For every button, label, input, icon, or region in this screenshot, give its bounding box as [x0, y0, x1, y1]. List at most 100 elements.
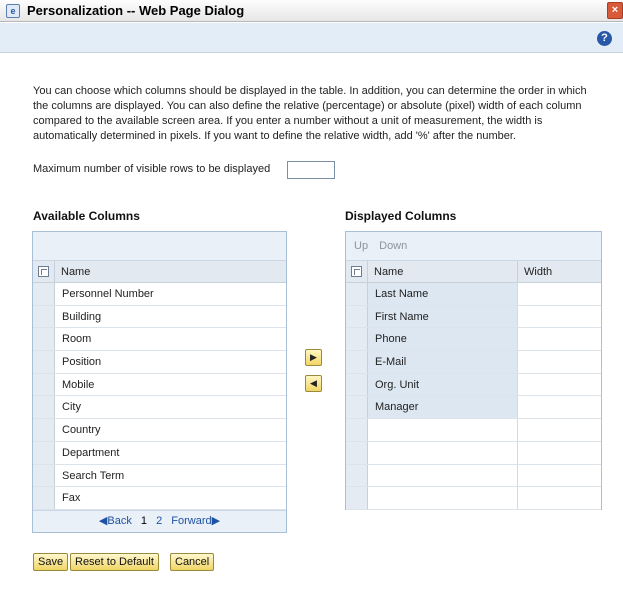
- select-all-cell[interactable]: [346, 261, 368, 282]
- displayed-row-name: Last Name: [368, 283, 518, 305]
- available-row[interactable]: Department: [33, 441, 286, 465]
- row-selector[interactable]: [346, 419, 368, 441]
- row-selector[interactable]: [33, 441, 55, 464]
- pager-page-2[interactable]: 2: [156, 515, 162, 527]
- available-row[interactable]: Personnel Number: [33, 283, 286, 306]
- select-all-cell[interactable]: [33, 261, 55, 282]
- pager-back[interactable]: ◀Back: [99, 515, 132, 527]
- help-bar: ?: [0, 23, 623, 53]
- available-row[interactable]: Search Term: [33, 464, 286, 488]
- row-selector[interactable]: [33, 464, 55, 487]
- available-row-name: Fax: [62, 492, 81, 505]
- available-row-name: Mobile: [62, 378, 95, 391]
- displayed-row[interactable]: [346, 419, 601, 442]
- cancel-button[interactable]: Cancel: [170, 553, 215, 571]
- pager-page-1[interactable]: 1: [141, 515, 147, 527]
- reset-to-default-button[interactable]: Reset to Default: [70, 553, 159, 571]
- row-selector[interactable]: [346, 305, 368, 328]
- pager: ◀Back 1 2 Forward▶: [33, 510, 286, 532]
- displayed-header-row: Name Width: [346, 261, 601, 283]
- displayed-row-name: Manager: [368, 396, 518, 419]
- available-row-name: Position: [62, 356, 102, 369]
- title-bar: e Personalization -- Web Page Dialog ×: [0, 0, 623, 22]
- save-button[interactable]: Save: [33, 553, 69, 571]
- available-row-name: Building: [62, 310, 102, 323]
- close-button[interactable]: ×: [607, 2, 623, 19]
- row-selector[interactable]: [346, 487, 368, 509]
- up-button[interactable]: Up: [354, 240, 368, 252]
- available-columns-table: Name Personnel Number Building Room Positio…: [32, 231, 287, 533]
- row-selector[interactable]: [346, 283, 368, 305]
- displayed-toolbar: Up Down: [346, 232, 601, 261]
- displayed-row-name: First Name: [368, 305, 518, 328]
- max-rows-input[interactable]: [287, 161, 335, 179]
- displayed-row-width[interactable]: [518, 442, 601, 464]
- row-selector[interactable]: [33, 396, 55, 419]
- available-row-name: Personnel Number: [62, 288, 154, 300]
- window-title: Personalization -- Web Page Dialog: [27, 3, 245, 18]
- displayed-row[interactable]: [346, 441, 601, 465]
- displayed-row-name: [368, 487, 518, 509]
- displayed-row-width[interactable]: [518, 487, 601, 509]
- displayed-row-width[interactable]: [518, 396, 601, 418]
- row-selector[interactable]: [33, 328, 55, 351]
- available-toolbar: [33, 232, 286, 261]
- available-columns-title: Available Columns: [33, 209, 140, 223]
- row-selector[interactable]: [346, 441, 368, 464]
- row-selector[interactable]: [33, 419, 55, 441]
- displayed-row-name: [368, 441, 518, 464]
- displayed-columns-table: Up Down Name Width Last Name First Name Ph…: [345, 231, 602, 510]
- displayed-row-width[interactable]: [518, 328, 601, 350]
- row-selector[interactable]: [33, 305, 55, 328]
- available-row[interactable]: Fax: [33, 487, 286, 510]
- displayed-row-width[interactable]: [518, 306, 601, 328]
- displayed-row[interactable]: Last Name: [346, 283, 601, 306]
- available-row-name: Country: [62, 424, 101, 437]
- help-icon[interactable]: ?: [597, 31, 612, 46]
- available-row[interactable]: Building: [33, 305, 286, 329]
- available-row[interactable]: City: [33, 396, 286, 420]
- move-left-button[interactable]: ◀: [305, 375, 322, 392]
- available-row[interactable]: Mobile: [33, 373, 286, 397]
- displayed-row[interactable]: [346, 487, 601, 510]
- displayed-row[interactable]: E-Mail: [346, 351, 601, 374]
- move-right-button[interactable]: ▶: [305, 349, 322, 366]
- pager-forward[interactable]: Forward▶: [171, 515, 220, 527]
- displayed-row[interactable]: Phone: [346, 328, 601, 352]
- displayed-row-name: Phone: [368, 328, 518, 351]
- available-row-name: Search Term: [62, 469, 125, 482]
- row-selector[interactable]: [33, 487, 55, 509]
- displayed-header-width[interactable]: Width: [518, 261, 552, 282]
- displayed-header-name[interactable]: Name: [368, 261, 518, 282]
- displayed-row-width[interactable]: [518, 283, 601, 305]
- down-button[interactable]: Down: [379, 240, 407, 252]
- available-row[interactable]: Position: [33, 351, 286, 374]
- available-row-name: City: [62, 401, 81, 414]
- available-header-name[interactable]: Name: [55, 261, 90, 282]
- row-selector[interactable]: [33, 283, 55, 305]
- select-all-icon: [38, 266, 49, 277]
- row-selector[interactable]: [33, 373, 55, 396]
- row-selector[interactable]: [33, 351, 55, 373]
- row-selector[interactable]: [346, 351, 368, 373]
- displayed-row-width[interactable]: [518, 419, 601, 441]
- row-selector[interactable]: [346, 373, 368, 396]
- description-text: You can choose which columns should be d…: [33, 85, 587, 142]
- displayed-row[interactable]: [346, 464, 601, 488]
- displayed-row[interactable]: Manager: [346, 396, 601, 420]
- available-row[interactable]: Country: [33, 419, 286, 442]
- displayed-row-width[interactable]: [518, 465, 601, 487]
- available-row[interactable]: Room: [33, 328, 286, 352]
- displayed-row[interactable]: First Name: [346, 305, 601, 329]
- displayed-row-width[interactable]: [518, 374, 601, 396]
- row-selector[interactable]: [346, 464, 368, 487]
- row-selector[interactable]: [346, 396, 368, 419]
- available-header-row: Name: [33, 261, 286, 283]
- available-row-name: Department: [62, 446, 120, 459]
- select-all-icon: [351, 266, 362, 277]
- available-row-name: Room: [62, 333, 92, 346]
- row-selector[interactable]: [346, 328, 368, 351]
- browser-page-icon: e: [6, 4, 20, 18]
- displayed-row[interactable]: Org. Unit: [346, 373, 601, 397]
- displayed-row-width[interactable]: [518, 351, 601, 373]
